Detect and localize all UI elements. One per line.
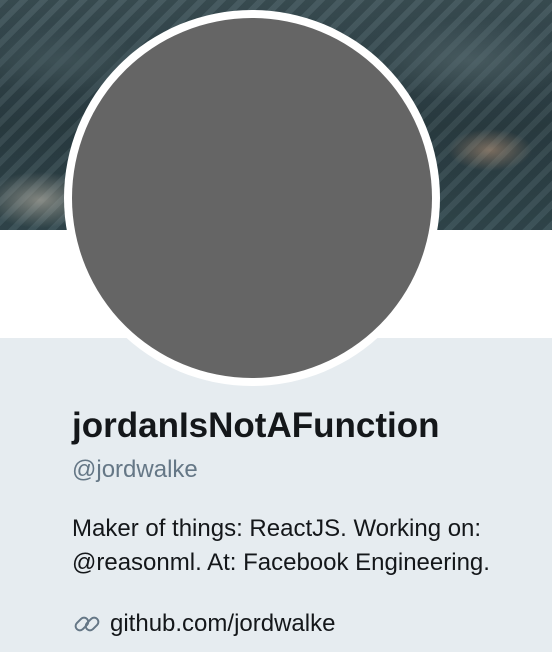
bio-line: @reasonml. At: Facebook Engineering.: [72, 549, 490, 576]
profile-website-row: github.com/jordwalke: [72, 607, 335, 641]
profile-info-panel: [0, 338, 552, 652]
bio-line: Maker of things: ReactJS. Working on:: [72, 515, 482, 542]
link-icon: [72, 609, 102, 639]
profile-bio: Maker of things: ReactJS. Working on: @r…: [72, 512, 532, 580]
profile-display-name[interactable]: jordanIsNotAFunction: [72, 404, 439, 448]
avatar[interactable]: [72, 18, 432, 378]
profile-handle[interactable]: @jordwalke: [72, 455, 198, 485]
profile-card: jordanIsNotAFunction @jordwalke Maker of…: [0, 0, 552, 652]
profile-website-link[interactable]: github.com/jordwalke: [110, 609, 335, 639]
